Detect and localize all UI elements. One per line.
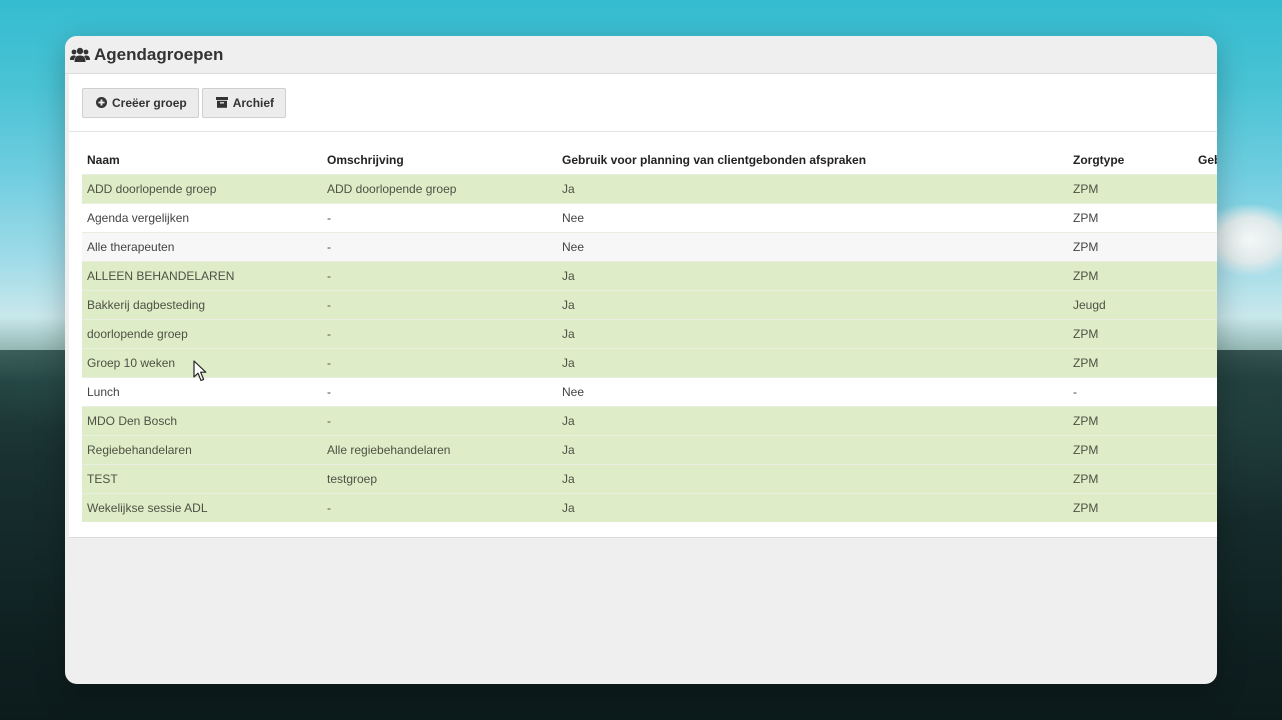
cell-truncated <box>1193 348 1217 378</box>
app-window: Agendagroepen Creëer groep Archief Naam … <box>65 36 1217 684</box>
cell-truncated <box>1193 406 1217 436</box>
cell-gebruik: Ja <box>557 261 1068 291</box>
cell-naam: Wekelijkse sessie ADL <box>82 493 322 522</box>
cell-omschrijving: - <box>322 232 557 262</box>
groups-table: Naam Omschrijving Gebruik voor planning … <box>82 146 1217 522</box>
table-row[interactable]: Alle therapeuten - Nee ZPM <box>82 232 1217 262</box>
cell-omschrijving: - <box>322 203 557 233</box>
table-row[interactable]: Lunch - Nee - <box>82 377 1217 407</box>
cell-omschrijving: ADD doorlopende groep <box>322 174 557 204</box>
cell-zorgtype: ZPM <box>1068 406 1193 436</box>
cell-truncated <box>1193 232 1217 262</box>
archive-icon <box>215 97 228 108</box>
cell-omschrijving: - <box>322 377 557 407</box>
cell-naam: Alle therapeuten <box>82 232 322 262</box>
cell-truncated <box>1193 203 1217 233</box>
table-row[interactable]: MDO Den Bosch - Ja ZPM <box>82 406 1217 436</box>
cell-gebruik: Ja <box>557 406 1068 436</box>
cell-truncated <box>1193 464 1217 494</box>
table-row[interactable]: TEST testgroep Ja ZPM <box>82 464 1217 494</box>
cell-zorgtype: ZPM <box>1068 493 1193 522</box>
column-header-naam[interactable]: Naam <box>82 146 322 175</box>
cell-gebruik: Ja <box>557 290 1068 320</box>
column-header-omschrijving[interactable]: Omschrijving <box>322 146 557 175</box>
table-row[interactable]: ADD doorlopende groep ADD doorlopende gro… <box>82 174 1217 204</box>
cell-truncated <box>1193 319 1217 349</box>
cell-naam: doorlopende groep <box>82 319 322 349</box>
cell-naam: Agenda vergelijken <box>82 203 322 233</box>
cell-omschrijving: - <box>322 319 557 349</box>
cell-omschrijving: Alle regiebehandelaren <box>322 435 557 465</box>
cell-omschrijving: testgroep <box>322 464 557 494</box>
table-row[interactable]: Bakkerij dagbesteding - Ja Jeugd <box>82 290 1217 320</box>
cell-truncated <box>1193 261 1217 291</box>
archive-label: Archief <box>232 95 275 110</box>
table-row[interactable]: Agenda vergelijken - Nee ZPM <box>82 203 1217 233</box>
table-row[interactable]: ALLEEN BEHANDELAREN - Ja ZPM <box>82 261 1217 291</box>
cell-naam: Regiebehandelaren <box>82 435 322 465</box>
cell-omschrijving: - <box>322 290 557 320</box>
cell-naam: ALLEEN BEHANDELAREN <box>82 261 322 291</box>
plus-circle-icon <box>96 97 107 108</box>
cell-zorgtype: ZPM <box>1068 261 1193 291</box>
cell-naam: TEST <box>82 464 322 494</box>
cell-gebruik: Ja <box>557 493 1068 522</box>
column-header-gebruik[interactable]: Gebruik voor planning van clientgebonden… <box>557 146 1068 175</box>
cell-gebruik: Ja <box>557 464 1068 494</box>
cell-omschrijving: - <box>322 348 557 378</box>
users-icon <box>70 46 90 64</box>
table-row[interactable]: Regiebehandelaren Alle regiebehandelaren J… <box>82 435 1217 465</box>
title-bar: Agendagroepen <box>65 36 1217 74</box>
toolbar: Creëer groep Archief <box>69 74 1217 132</box>
cell-truncated <box>1193 435 1217 465</box>
cell-gebruik: Ja <box>557 174 1068 204</box>
create-group-button[interactable]: Creëer groep <box>82 87 199 118</box>
cell-gebruik: Ja <box>557 319 1068 349</box>
cell-gebruik: Nee <box>557 232 1068 262</box>
cell-truncated <box>1193 377 1217 407</box>
cell-zorgtype: ZPM <box>1068 464 1193 494</box>
cell-zorgtype: ZPM <box>1068 232 1193 262</box>
cell-zorgtype: - <box>1068 377 1193 407</box>
cell-zorgtype: Jeugd <box>1068 290 1193 320</box>
cell-omschrijving: - <box>322 493 557 522</box>
column-header-truncated[interactable]: Geb <box>1193 146 1217 175</box>
table-row[interactable]: Wekelijkse sessie ADL - Ja ZPM <box>82 493 1217 522</box>
cell-zorgtype: ZPM <box>1068 348 1193 378</box>
table-row[interactable]: Groep 10 weken - Ja ZPM <box>82 348 1217 378</box>
cell-omschrijving: - <box>322 406 557 436</box>
cell-zorgtype: ZPM <box>1068 319 1193 349</box>
cell-truncated <box>1193 493 1217 522</box>
cell-gebruik: Nee <box>557 203 1068 233</box>
table-header-row: Naam Omschrijving Gebruik voor planning … <box>82 146 1217 175</box>
mouse-cursor-icon <box>193 360 207 382</box>
cell-zorgtype: ZPM <box>1068 174 1193 204</box>
cell-gebruik: Nee <box>557 377 1068 407</box>
cell-zorgtype: ZPM <box>1068 435 1193 465</box>
cell-gebruik: Ja <box>557 435 1068 465</box>
page-title: Agendagroepen <box>94 44 224 64</box>
cell-naam: MDO Den Bosch <box>82 406 322 436</box>
cell-omschrijving: - <box>322 261 557 291</box>
column-header-zorgtype[interactable]: Zorgtype <box>1068 146 1193 175</box>
cell-gebruik: Ja <box>557 348 1068 378</box>
cell-naam: ADD doorlopende groep <box>82 174 322 204</box>
cell-truncated <box>1193 174 1217 204</box>
table-row[interactable]: doorlopende groep - Ja ZPM <box>82 319 1217 349</box>
create-group-label: Creëer groep <box>112 95 187 110</box>
archive-button[interactable]: Archief <box>201 87 287 118</box>
content-panel: Creëer groep Archief Naam Omschrijving G… <box>69 74 1217 538</box>
cell-naam: Bakkerij dagbesteding <box>82 290 322 320</box>
cell-zorgtype: ZPM <box>1068 203 1193 233</box>
cell-truncated <box>1193 290 1217 320</box>
